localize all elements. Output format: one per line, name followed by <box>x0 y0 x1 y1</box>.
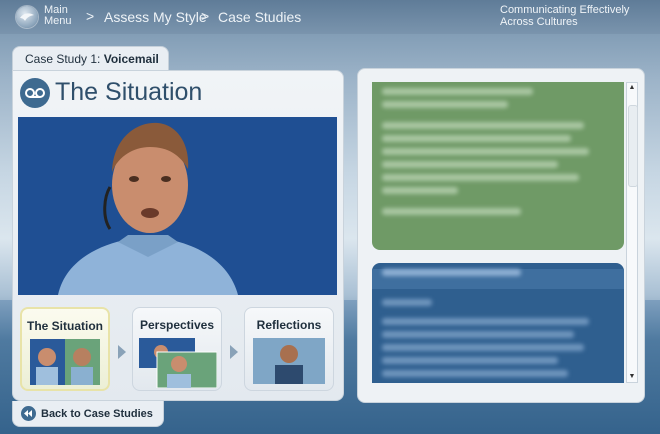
course-title: Communicating Effectively Across Culture… <box>500 4 640 28</box>
section-title: The Situation <box>55 78 203 106</box>
scrollbar-thumb[interactable] <box>628 105 638 187</box>
breadcrumb-assess-my-style[interactable]: Assess My Style <box>104 9 207 25</box>
step-arrow-icon <box>230 345 238 359</box>
course-title-line2: Across Cultures <box>500 16 578 28</box>
case-study-name: Voicemail <box>103 52 159 66</box>
speaker-video-frame <box>18 117 337 295</box>
message-card-blurred <box>372 82 624 250</box>
back-to-case-studies-button[interactable]: Back to Case Studies <box>12 401 164 427</box>
thumbnail-image <box>253 338 325 384</box>
thumbnail-image <box>30 339 100 385</box>
message-scrollbar[interactable]: ▲ ▼ <box>626 82 638 383</box>
video-player[interactable] <box>18 117 337 295</box>
step-arrow-icon <box>118 345 126 359</box>
case-study-tab: Case Study 1: Voicemail <box>12 46 169 72</box>
thumbnail-the-situation[interactable]: The Situation <box>20 307 110 391</box>
thumbnail-label: Perspectives <box>139 318 215 332</box>
breadcrumb-separator: > <box>201 8 210 24</box>
step-thumbnails: The Situation Perspectives Reflections <box>18 307 338 397</box>
thumbnail-perspectives[interactable]: Perspectives <box>132 307 222 391</box>
main-menu-link[interactable]: Main Menu <box>44 5 72 27</box>
thumbnail-label: Reflections <box>256 318 322 332</box>
breadcrumb-separator: > <box>86 8 95 24</box>
main-menu-label-line2: Menu <box>44 15 72 27</box>
scroll-down-icon[interactable]: ▼ <box>627 372 637 382</box>
breadcrumb-case-studies[interactable]: Case Studies <box>218 9 301 25</box>
rewind-icon <box>21 406 36 421</box>
scroll-up-icon[interactable]: ▲ <box>627 83 637 93</box>
main-menu-logo-icon[interactable] <box>16 6 38 28</box>
voicemail-icon <box>20 78 50 108</box>
thumbnail-reflections[interactable]: Reflections <box>244 307 334 391</box>
top-navigation-bar: Main Menu > Assess My Style > Case Studi… <box>0 0 660 34</box>
thumbnail-label: The Situation <box>27 319 103 333</box>
thumbnail-image <box>139 338 217 388</box>
message-card-blurred <box>372 263 624 383</box>
back-button-label: Back to Case Studies <box>41 408 153 420</box>
course-title-line1: Communicating Effectively <box>500 4 630 16</box>
case-study-number: Case Study 1: <box>25 52 104 66</box>
